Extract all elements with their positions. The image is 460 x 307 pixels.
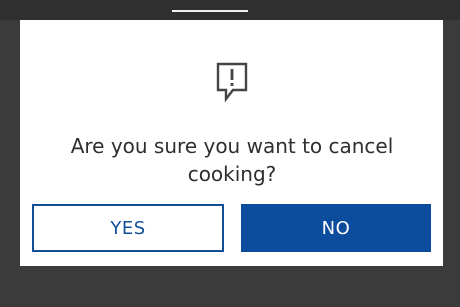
alert-speech-bubble-icon <box>212 58 252 108</box>
cooking-screen: Are you sure you want to cancel cooking?… <box>0 0 460 307</box>
yes-button[interactable]: YES <box>32 204 224 252</box>
top-bar <box>0 0 460 20</box>
no-button[interactable]: NO <box>241 204 431 252</box>
cancel-cooking-dialog: Are you sure you want to cancel cooking?… <box>20 20 443 266</box>
no-button-label: NO <box>321 217 351 239</box>
top-bar-indicator <box>172 10 248 12</box>
yes-button-label: YES <box>110 217 146 239</box>
dialog-message: Are you sure you want to cancel cooking? <box>70 134 394 186</box>
